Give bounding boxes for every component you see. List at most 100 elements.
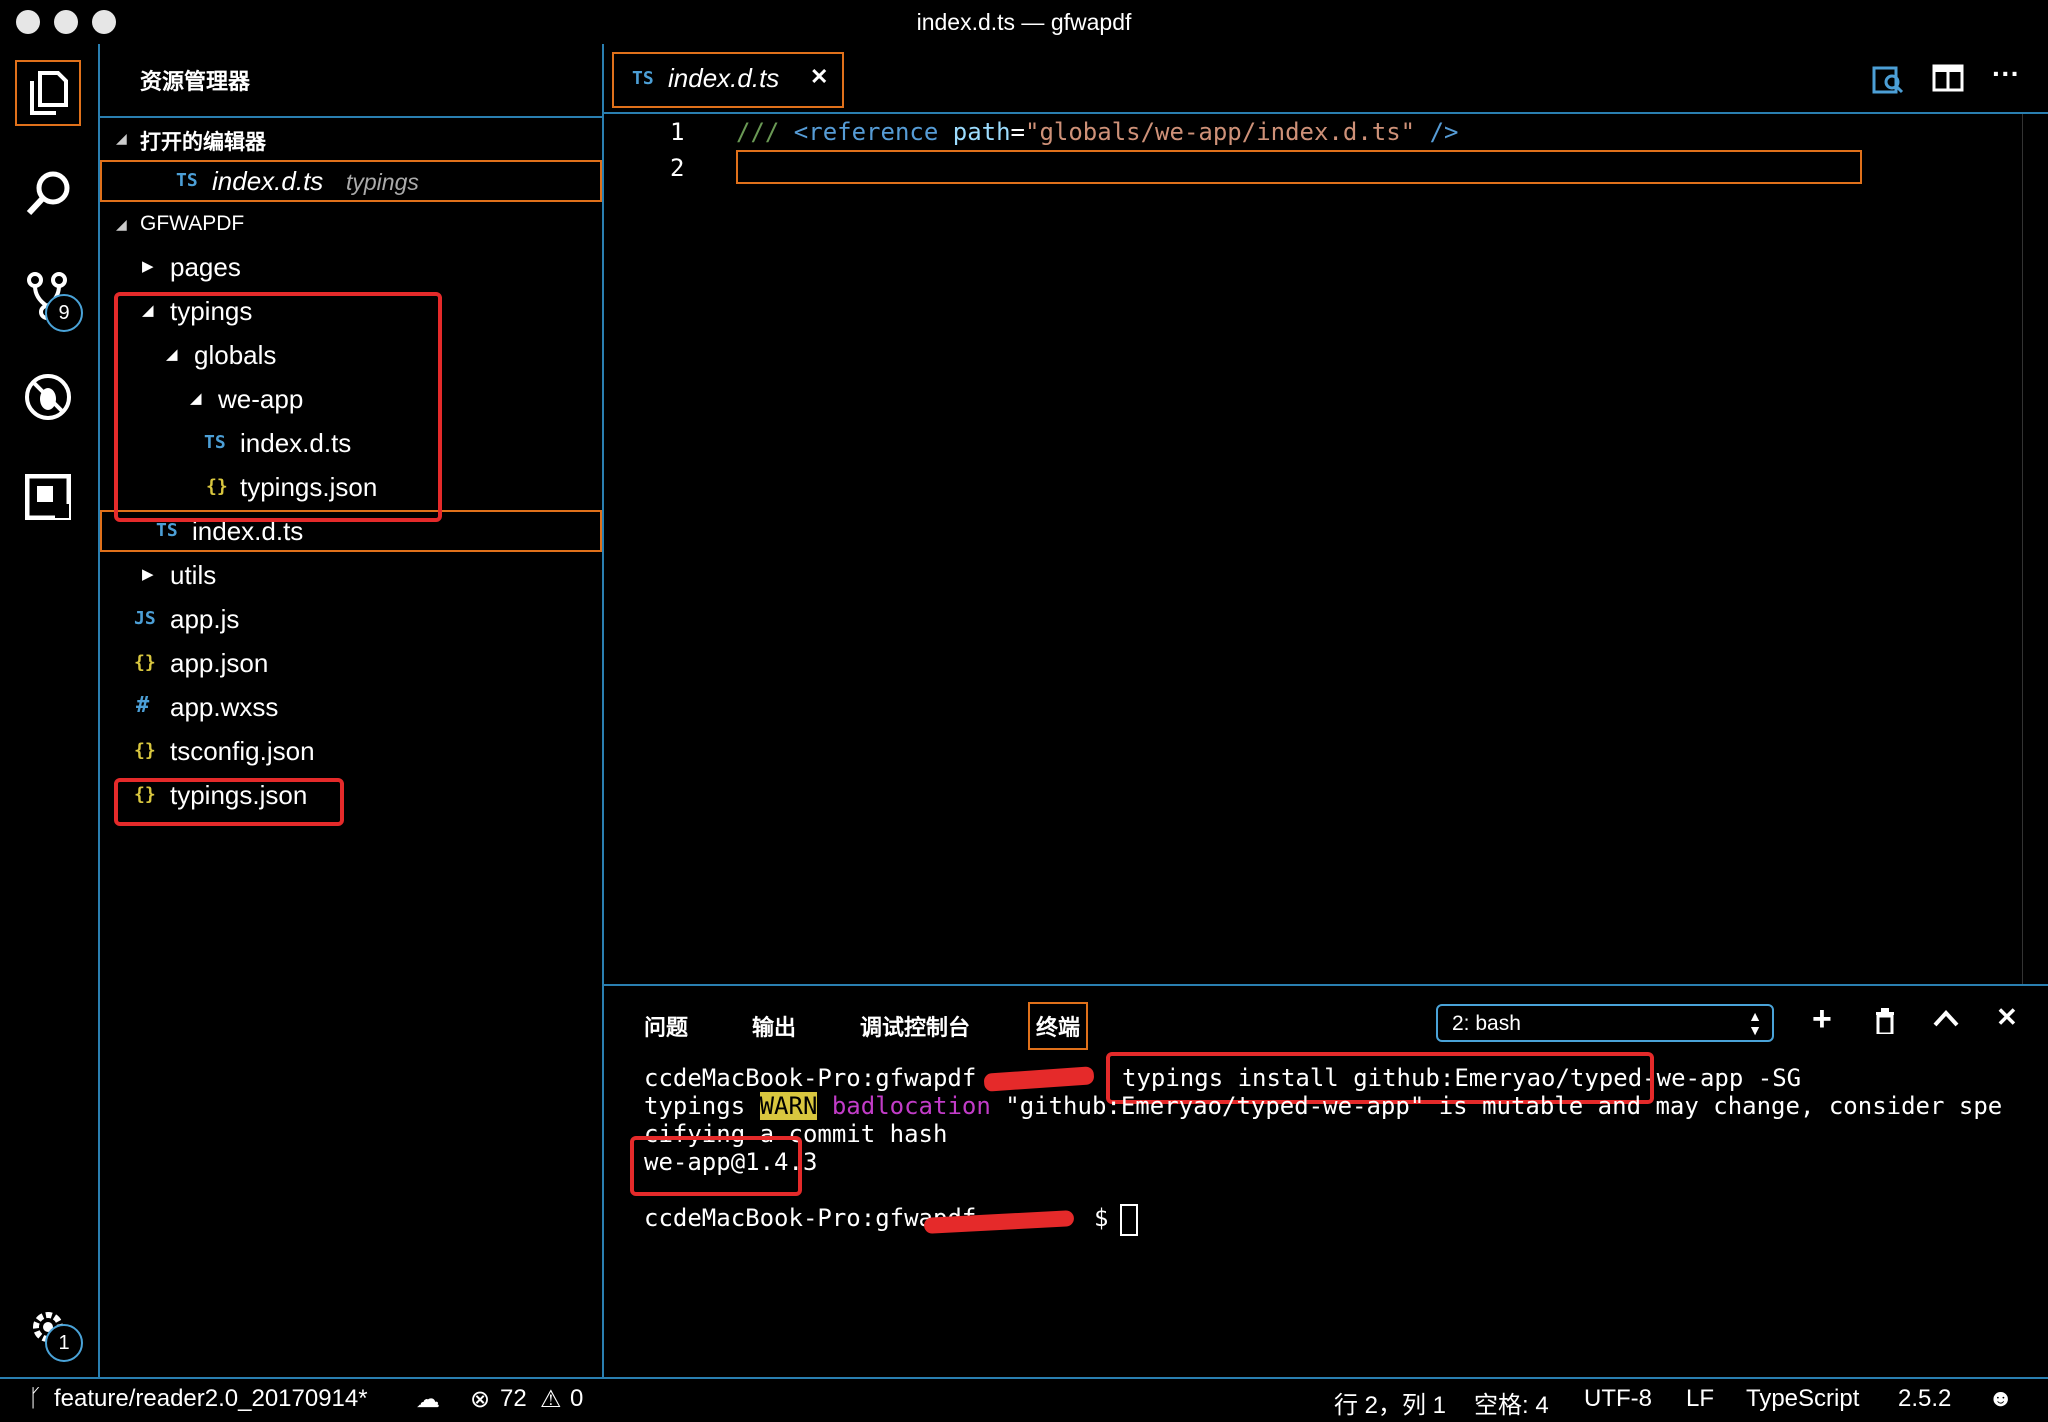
tree-label: pages	[170, 252, 241, 282]
terminal-select[interactable]: 2: bash ▲ ▼	[1436, 1004, 1774, 1042]
terminal-line-1: ccdeMacBook-Pro:gfwapdf	[644, 1064, 976, 1092]
collapse-icon: ◢	[116, 130, 127, 146]
search-icon[interactable]	[15, 160, 81, 226]
branch-name[interactable]: feature/reader2.0_20170914*	[54, 1385, 368, 1413]
bottom-panel: 问题 输出 调试控制台 终端 2: bash ▲ ▼ + ✕ ccdeMacBoo…	[604, 984, 2048, 1379]
sync-icon[interactable]: ☁	[416, 1385, 440, 1414]
project-label: GFWAPDF	[140, 212, 245, 235]
explorer-sidebar: 资源管理器 ◢ 打开的编辑器 TS index.d.ts typings ◢ G…	[100, 44, 604, 1377]
status-bar: ᚴ feature/reader2.0_20170914* ☁ ⊗ 72 ⚠ 0…	[0, 1377, 2048, 1422]
debug-icon[interactable]	[15, 364, 81, 430]
tree-label: app.json	[170, 648, 269, 678]
activity-bar: 9 1	[0, 44, 100, 1377]
stylesheet-file-icon: #	[136, 693, 150, 718]
code-tag: <reference	[793, 118, 953, 146]
tree-label: tsconfig.json	[170, 736, 315, 766]
language-mode[interactable]: TypeScript	[1746, 1385, 1859, 1413]
editor-tab[interactable]: TS index.d.ts ✕	[612, 52, 844, 108]
close-panel-icon[interactable]: ✕	[1996, 1002, 2018, 1033]
tree-item-app-json[interactable]: {} app.json	[100, 642, 602, 686]
json-file-icon: {}	[134, 740, 156, 761]
branch-icon: ᚴ	[28, 1385, 43, 1412]
terminal-prompt: ccdeMacBook-Pro:gfwapdf	[644, 1064, 977, 1092]
chevron-right-icon: ▶	[142, 566, 154, 583]
tab-terminal[interactable]: 终端	[1028, 1002, 1089, 1050]
terminal-dollar: $	[1094, 1204, 1109, 1232]
tree-label: utils	[170, 560, 217, 590]
maximize-panel-icon[interactable]	[1932, 1008, 1960, 1033]
tree-item-app-wxss[interactable]: # app.wxss	[100, 686, 602, 730]
indentation[interactable]: 空格: 4	[1474, 1385, 1549, 1420]
chevron-right-icon: ▶	[142, 258, 154, 275]
code-comment: ///	[736, 118, 794, 146]
open-editor-path: typings	[346, 169, 419, 195]
open-editors-header[interactable]: ◢ 打开的编辑器	[100, 116, 602, 158]
ts-version[interactable]: 2.5.2	[1898, 1385, 1951, 1413]
annotation-box	[114, 778, 344, 826]
overview-ruler	[2022, 114, 2048, 984]
annotation-box	[630, 1136, 802, 1196]
encoding[interactable]: UTF-8	[1584, 1385, 1652, 1413]
open-editor-name: index.d.ts	[212, 166, 324, 196]
line-ending[interactable]: LF	[1686, 1385, 1714, 1413]
collapse-icon: ◢	[116, 216, 127, 232]
json-file-icon: {}	[134, 652, 156, 673]
code-editor[interactable]: 1 /// <reference path="globals/we-app/in…	[604, 114, 2048, 984]
warn-label: WARN	[759, 1092, 818, 1120]
annotation-box	[114, 292, 442, 522]
project-header[interactable]: ◢ GFWAPDF	[100, 204, 602, 244]
tab-problems[interactable]: 问题	[644, 1010, 688, 1042]
terminal-text: typings	[644, 1092, 760, 1120]
terminal-text: "github:Emeryao/typed-we-app" is mutable…	[1005, 1092, 2003, 1120]
error-count[interactable]: 72	[500, 1385, 527, 1413]
typescript-file-icon: TS	[176, 170, 198, 191]
tree-label: app.wxss	[170, 692, 279, 722]
select-arrows-icon: ▲ ▼	[1748, 1008, 1762, 1038]
sidebar-title: 资源管理器	[140, 69, 251, 94]
terminal-cursor	[1120, 1204, 1138, 1236]
more-actions-icon[interactable]: ···	[1992, 58, 2020, 90]
source-control-icon[interactable]: 9	[15, 264, 83, 332]
editor-tab-bar: TS index.d.ts ✕ ···	[604, 44, 2048, 114]
typescript-file-icon: TS	[632, 68, 654, 89]
redaction-scribble	[983, 1066, 1095, 1092]
badlocation-label: badlocation	[831, 1092, 991, 1120]
title-bar: index.d.ts — gfwapdf	[0, 0, 2048, 44]
error-icon: ⊗	[470, 1386, 491, 1413]
tab-output[interactable]: 输出	[752, 1010, 796, 1042]
cursor-position[interactable]: 行 2，列 1	[1334, 1385, 1446, 1420]
code-string: "globals/we-app/index.d.ts"	[1025, 118, 1416, 146]
current-line-highlight	[736, 150, 1862, 184]
gear-icon[interactable]: 1	[15, 1294, 83, 1362]
split-editor-icon[interactable]	[1932, 64, 1964, 97]
source-control-badge: 9	[45, 294, 83, 332]
extensions-icon[interactable]	[15, 464, 81, 530]
feedback-smiley-icon[interactable]: ☻	[1988, 1385, 2013, 1413]
tree-item-app-js[interactable]: JS app.js	[100, 598, 602, 642]
code-eq: =	[1010, 118, 1025, 146]
tab-label: index.d.ts	[668, 63, 780, 93]
tree-item-pages[interactable]: ▶ pages	[100, 246, 602, 290]
tree-label: app.js	[170, 604, 240, 634]
code-tag: />	[1415, 118, 1459, 146]
open-editors-label: 打开的编辑器	[140, 131, 266, 154]
settings-badge: 1	[45, 1324, 83, 1362]
terminal-select-value: 2: bash	[1452, 1012, 1521, 1035]
code-attr: path	[952, 118, 1011, 146]
explorer-icon[interactable]	[15, 60, 81, 126]
tree-item-utils[interactable]: ▶ utils	[100, 554, 602, 598]
warning-count[interactable]: 0	[570, 1385, 583, 1413]
open-preview-icon[interactable]	[1872, 64, 1906, 101]
open-editor-item[interactable]: TS index.d.ts typings	[100, 160, 602, 202]
trash-icon[interactable]	[1874, 1008, 1896, 1039]
new-terminal-icon[interactable]: +	[1812, 1000, 1832, 1039]
close-icon[interactable]: ✕	[810, 64, 828, 90]
line-number: 2	[670, 154, 685, 182]
terminal-line-2: typings WARN badlocation "github:Emeryao…	[644, 1092, 2002, 1120]
warning-icon: ⚠	[540, 1386, 562, 1413]
line-number: 1	[670, 118, 685, 146]
tree-item-tsconfig-json[interactable]: {} tsconfig.json	[100, 730, 602, 774]
code-line-1: /// <reference path="globals/we-app/inde…	[736, 118, 1459, 146]
typescript-file-icon: TS	[156, 520, 178, 541]
tab-debug-console[interactable]: 调试控制台	[860, 1010, 970, 1042]
